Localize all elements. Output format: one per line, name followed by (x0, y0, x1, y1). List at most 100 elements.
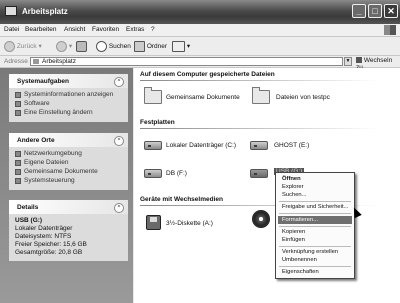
menu-favorites[interactable]: Favoriten (92, 26, 119, 33)
folder-icon (252, 87, 270, 104)
menu-file[interactable]: Datei (4, 26, 19, 33)
computer-icon (5, 6, 17, 16)
place-label: Gemeinsame Dokumente (24, 168, 98, 175)
address-bar: Adresse Arbeitsplatz ▼ Wechseln zu (0, 56, 400, 71)
folder-icon (144, 87, 162, 104)
place-control-panel[interactable]: Systemsteuerung (15, 177, 122, 186)
place-label: Systemsteuerung (24, 177, 75, 184)
back-arrow-icon (4, 41, 15, 52)
views-icon (172, 41, 185, 52)
place-label: Eigene Dateien (24, 159, 69, 166)
menu-item-sharing[interactable]: Freigabe und Sicherheit... (282, 204, 348, 210)
menu-item-rename[interactable]: Umbenennen (282, 257, 317, 263)
item-label: Lokaler Datenträger (C:) (166, 142, 237, 149)
item-label: Gemeinsame Dokumente (166, 94, 240, 101)
folders-icon (134, 41, 145, 52)
maximize-button[interactable]: □ (368, 4, 382, 18)
network-icon (15, 151, 21, 157)
task-change-setting[interactable]: Eine Einstellung ändern (15, 109, 122, 118)
place-network[interactable]: Netzwerkumgebung (15, 150, 122, 159)
windows-logo-icon (384, 25, 396, 35)
task-software[interactable]: Software (15, 100, 122, 109)
menu-item-open[interactable]: Öffnen (282, 176, 301, 182)
group-title-drives: Festplatten (140, 119, 175, 126)
menu-item-format[interactable]: Formatieren... (278, 216, 352, 224)
collapse-chevron-icon[interactable]: ⌃ (114, 203, 124, 213)
detail-free-space: Freier Speicher: 15,6 GB (15, 241, 87, 248)
collapse-chevron-icon[interactable]: ⌃ (114, 77, 124, 87)
details-title: Details (17, 204, 39, 211)
system-tasks-header[interactable]: Systemaufgaben ⌃ (9, 74, 128, 88)
forward-button[interactable]: ▾ (56, 41, 72, 52)
task-system-info[interactable]: Systeminformationen anzeigen (15, 91, 122, 100)
menu-bar: Datei Bearbeiten Ansicht Favoriten Extra… (0, 24, 400, 37)
address-dropdown-button[interactable]: ▼ (344, 57, 352, 66)
item-label: 3½-Diskette (A:) (166, 220, 213, 227)
folder-icon (15, 169, 21, 175)
details-header[interactable]: Details ⌃ (9, 200, 128, 214)
details-box: Details ⌃ USB (G:) Lokaler Datenträger D… (9, 200, 128, 261)
go-arrow-icon (356, 57, 362, 64)
menu-item-create-shortcut[interactable]: Verknüpfung erstellen (282, 249, 338, 255)
computer-icon (33, 59, 39, 64)
menu-item-properties[interactable]: Eigenschaften (282, 269, 319, 275)
software-icon (15, 101, 21, 107)
detail-drive-name: USB (G:) (15, 217, 43, 224)
folder-icon (15, 160, 21, 166)
menu-separator (279, 201, 351, 202)
cd-drive-icon (252, 210, 270, 228)
task-label: Systeminformationen anzeigen (24, 91, 114, 98)
other-places-title: Andere Orte (17, 137, 55, 144)
menu-help[interactable]: ? (151, 26, 155, 33)
toolbar: Zurück ▾ ▾ Suchen Ordner ▾ (0, 37, 400, 56)
up-button[interactable] (76, 41, 87, 52)
title-bar[interactable]: Arbeitsplatz _ □ ✕ (0, 0, 400, 24)
chevron-down-icon: ▾ (68, 43, 73, 51)
folders-button[interactable]: Ordner (134, 41, 167, 52)
explorer-window: Arbeitsplatz _ □ ✕ Datei Bearbeiten Ansi… (0, 0, 400, 303)
menu-edit[interactable]: Bearbeiten (25, 26, 56, 33)
detail-total-size: Gesamtgröße: 20,8 GB (15, 249, 83, 256)
menu-view[interactable]: Ansicht (64, 26, 85, 33)
place-shared-documents[interactable]: Gemeinsame Dokumente (15, 168, 122, 177)
hard-drive-icon (250, 169, 268, 178)
close-button[interactable]: ✕ (384, 4, 398, 18)
menu-separator (279, 213, 351, 214)
place-label: Netzwerkumgebung (24, 150, 82, 157)
group-divider (140, 128, 380, 129)
address-value: Arbeitsplatz (42, 58, 76, 65)
menu-item-search[interactable]: Suchen... (282, 192, 307, 198)
place-my-documents[interactable]: Eigene Dateien (15, 159, 122, 168)
address-field[interactable]: Arbeitsplatz (30, 57, 343, 66)
search-label: Suchen (108, 43, 131, 51)
group-title-stored: Auf diesem Computer gespeicherte Dateien (140, 71, 275, 78)
item-label: GHOST (E:) (274, 142, 310, 149)
search-button[interactable]: Suchen (96, 41, 131, 52)
menu-item-explorer[interactable]: Explorer (282, 184, 304, 190)
system-info-icon (15, 92, 21, 98)
control-panel-icon (15, 110, 21, 116)
collapse-chevron-icon[interactable]: ⌃ (114, 136, 124, 146)
menu-separator (279, 226, 351, 227)
forward-arrow-icon (56, 41, 67, 52)
window-title: Arbeitsplatz (22, 7, 68, 16)
other-places-box: Andere Orte ⌃ Netzwerkumgebung Eigene Da… (9, 133, 128, 190)
menu-item-copy[interactable]: Kopieren (282, 229, 305, 235)
group-title-removable: Geräte mit Wechselmedien (140, 196, 223, 203)
views-button[interactable]: ▾ (172, 41, 190, 52)
system-tasks-box: Systemaufgaben ⌃ Systeminformationen anz… (9, 74, 128, 122)
context-menu: Öffnen Explorer Suchen... Freigabe und S… (275, 172, 355, 279)
menu-item-paste[interactable]: Einfügen (282, 237, 305, 243)
address-label: Adresse (4, 58, 28, 65)
back-button[interactable]: Zurück ▾ (4, 41, 42, 52)
task-pane: Systemaufgaben ⌃ Systeminformationen anz… (0, 68, 133, 303)
folder-up-icon (76, 41, 87, 52)
menu-tools[interactable]: Extras (126, 26, 144, 33)
back-label: Zurück (16, 43, 37, 51)
other-places-header[interactable]: Andere Orte ⌃ (9, 133, 128, 147)
detail-drive-type: Lokaler Datenträger (15, 225, 73, 232)
chevron-down-icon: ▾ (186, 43, 191, 51)
task-label: Eine Einstellung ändern (24, 109, 93, 116)
minimize-button[interactable]: _ (352, 4, 366, 18)
hard-drive-icon (144, 141, 162, 150)
